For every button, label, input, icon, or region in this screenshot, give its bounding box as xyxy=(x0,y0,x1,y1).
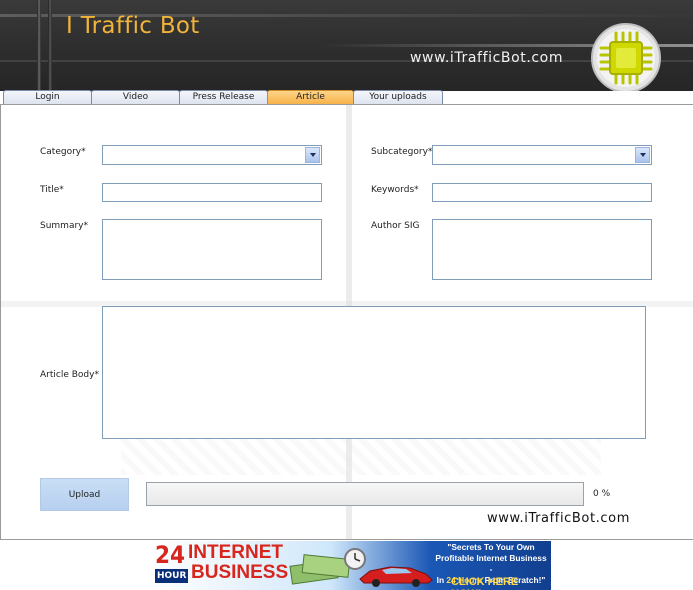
chip-logo-icon xyxy=(591,23,661,91)
subcategory-dropdown-button[interactable] xyxy=(635,147,650,163)
category-label: Category* xyxy=(40,147,86,157)
keywords-label: Keywords* xyxy=(371,185,419,195)
chevron-down-icon xyxy=(639,153,646,157)
category-dropdown-button[interactable] xyxy=(305,147,320,163)
upload-progress-text: 0 % xyxy=(593,489,611,499)
banner-quote-line3a: In xyxy=(436,575,447,585)
subcategory-label: Subcategory* xyxy=(371,147,433,157)
banner-number: 24 xyxy=(155,541,186,569)
summary-label: Summary* xyxy=(40,221,88,231)
author-sig-textarea[interactable] xyxy=(432,219,652,280)
summary-textarea[interactable] xyxy=(102,219,322,280)
banner-ad[interactable]: 24 HOUR INTERNET BUSINESS "Secrets To Yo… xyxy=(151,541,551,590)
author-sig-label: Author SIG xyxy=(371,221,420,231)
header-decor-bar xyxy=(48,0,52,91)
tab-article[interactable]: Article xyxy=(267,90,354,104)
app-window: I Traffic Bot www.iTrafficBot.com Login … xyxy=(0,0,693,590)
banner-cta[interactable]: CLICK HERE NOW! xyxy=(451,576,551,590)
tab-login[interactable]: Login xyxy=(3,90,92,104)
tab-your-uploads[interactable]: Your uploads xyxy=(353,90,443,104)
upload-button[interactable]: Upload xyxy=(40,478,129,511)
chevron-down-icon xyxy=(309,153,316,157)
app-header: I Traffic Bot www.iTrafficBot.com xyxy=(0,0,693,91)
banner-quote-line1: "Secrets To Your Own xyxy=(447,542,535,552)
footer-site-url: www.iTrafficBot.com xyxy=(487,511,630,526)
upload-progress-bar xyxy=(146,482,584,506)
title-label: Title* xyxy=(40,185,64,195)
tab-video[interactable]: Video xyxy=(91,90,180,104)
article-panel: Category* Subcategory* Title* Keywords* … xyxy=(0,104,693,540)
header-site-url: www.iTrafficBot.com xyxy=(410,50,564,66)
article-body-textarea[interactable] xyxy=(102,306,646,439)
app-title: I Traffic Bot xyxy=(66,13,200,39)
header-decor-bar xyxy=(37,0,41,91)
tab-press-release[interactable]: Press Release xyxy=(179,90,268,104)
article-body-label: Article Body* xyxy=(40,370,99,380)
subcategory-select[interactable] xyxy=(432,145,652,165)
banner-headline-line2: BUSINESS xyxy=(191,562,289,583)
banner-headline-line1: INTERNET xyxy=(188,542,283,563)
category-select[interactable] xyxy=(102,145,322,165)
sports-car-icon xyxy=(359,566,433,587)
title-input[interactable] xyxy=(102,183,322,202)
banner-hour-label: HOUR xyxy=(155,569,189,583)
banner-quote-line2: Profitable Internet Business - xyxy=(435,553,547,574)
keywords-input[interactable] xyxy=(432,183,652,202)
